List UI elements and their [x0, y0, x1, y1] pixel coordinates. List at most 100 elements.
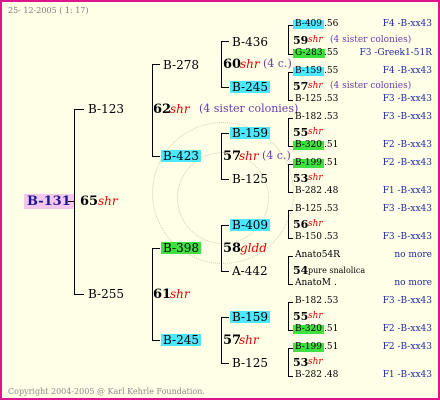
gen3-code[interactable]: B-159 [230, 127, 270, 139]
gen3-label: pure snalolica [308, 266, 366, 275]
gen4-code[interactable]: B-182 [295, 297, 322, 306]
gen4-value: .55 [324, 66, 339, 76]
gen4-code[interactable]: B-320 [293, 141, 324, 150]
breeding-line: F2 -B-xx43 [382, 324, 432, 334]
gen3-code[interactable]: A-442 [232, 265, 268, 277]
gen3-label: shr [308, 219, 323, 229]
connector [288, 302, 293, 303]
breeding-line: F3 -Greek1-51R [359, 48, 432, 58]
connector [74, 109, 84, 110]
connector [221, 225, 229, 226]
connector [221, 317, 222, 363]
gen2-code[interactable]: B-245 [161, 334, 201, 346]
gen4-value: .55 [324, 48, 339, 58]
gen2-code[interactable]: B-278 [163, 59, 199, 71]
connector [288, 164, 289, 192]
connector [221, 41, 222, 87]
gen3-label: shr [308, 81, 323, 91]
root-label: shr [98, 194, 118, 208]
gen3-label: shr [308, 357, 323, 367]
breeding-line: F3 -B-xx43 [382, 204, 432, 214]
gen4-code[interactable]: G-283 [293, 49, 325, 58]
gen3-code[interactable]: B-125 [232, 173, 268, 185]
connector [152, 64, 153, 156]
gen1-label: shr [170, 102, 190, 116]
date-stamp: 25- 12-2005 ( 1: 17) [8, 6, 89, 15]
connector [74, 294, 84, 295]
connector [221, 363, 229, 364]
gen1-code[interactable]: B-123 [88, 103, 124, 115]
gen2-code[interactable]: B-423 [161, 150, 201, 162]
gen4-value: .48 [324, 370, 339, 380]
gen3-code[interactable]: B-159 [230, 311, 270, 323]
gen3-gen: 55 [293, 126, 309, 139]
copyright: Copyright 2004-2005 @ Karl Kehrle Founda… [8, 387, 205, 396]
root-gen: 65 [80, 194, 99, 209]
connector [288, 118, 289, 146]
gen4-value: .53 [324, 204, 339, 214]
root-code[interactable]: B-131 [24, 194, 74, 209]
connector [68, 201, 74, 202]
gen2-label: shr [239, 149, 259, 163]
gen4-code[interactable]: B-125 [295, 205, 322, 214]
gen1-gen: 61 [153, 287, 172, 302]
gen4-code[interactable]: B-282 [295, 371, 322, 380]
gen4-code[interactable]: AnatoM [295, 279, 331, 288]
gen3-code[interactable]: B-245 [230, 81, 270, 93]
gen4-code[interactable]: B-182 [295, 113, 322, 122]
gen4-code[interactable]: B-282 [295, 187, 322, 196]
gen3-gen: 53 [293, 172, 309, 185]
breeding-line: no more [394, 250, 432, 260]
connector [288, 284, 293, 285]
pedigree-frame: 25- 12-2005 ( 1: 17) B-131 65 shr B-123 … [0, 0, 440, 400]
gen1-gen: 62 [153, 102, 172, 117]
gen4-code[interactable]: B-320 [293, 325, 324, 334]
gen3-code[interactable]: B-436 [232, 36, 268, 48]
breeding-line: F2 -B-xx43 [382, 140, 432, 150]
gen3-gen: 53 [293, 356, 309, 369]
connector [288, 256, 289, 284]
connector [221, 133, 222, 179]
connector [152, 248, 153, 340]
gen2-note: (4 c.) [262, 149, 291, 162]
gen4-code[interactable]: B-150 [295, 233, 322, 242]
gen3-label: shr [308, 173, 323, 183]
gen1-code[interactable]: B-255 [88, 288, 124, 300]
connector [221, 225, 222, 271]
connector [288, 210, 293, 211]
gen4-code[interactable]: B-199 [293, 159, 324, 168]
gen3-code[interactable]: B-125 [232, 357, 268, 369]
connector [221, 41, 229, 42]
breeding-line: F3 -B-xx43 [382, 296, 432, 306]
connector [288, 210, 289, 238]
connector [152, 340, 160, 341]
gen4-code[interactable]: Anato54R [295, 251, 340, 260]
gen4-value: .51 [324, 158, 339, 168]
breeding-line: no more [394, 278, 432, 288]
gen4-code[interactable]: B-125 [295, 95, 322, 104]
gen4-value: .53 [324, 94, 339, 104]
connector [152, 248, 160, 249]
gen4-value: .51 [324, 140, 339, 150]
gen4-value: .48 [324, 186, 339, 196]
connector [288, 25, 289, 54]
gen3-gen: 55 [293, 310, 309, 323]
gen4-code[interactable]: B-159 [293, 67, 324, 76]
gen3-code[interactable]: B-409 [230, 219, 270, 231]
breeding-line: F2 -B-xx43 [382, 342, 432, 352]
gen3-label: shr [308, 35, 323, 45]
connector [221, 87, 229, 88]
gen2-gen: 58 [223, 241, 242, 256]
gen4-code[interactable]: B-409 [293, 20, 324, 29]
gen2-code[interactable]: B-398 [161, 242, 201, 254]
gen3-gen: 57 [293, 80, 309, 93]
gen4-code[interactable]: B-199 [293, 343, 324, 352]
connector [288, 100, 293, 101]
connector [221, 271, 229, 272]
connector [221, 133, 229, 134]
gen4-value: . [334, 278, 337, 288]
breeding-line: F3 -B-xx43 [382, 112, 432, 122]
gen4-value: . [338, 250, 341, 260]
connector [288, 256, 293, 257]
connector [288, 348, 289, 376]
